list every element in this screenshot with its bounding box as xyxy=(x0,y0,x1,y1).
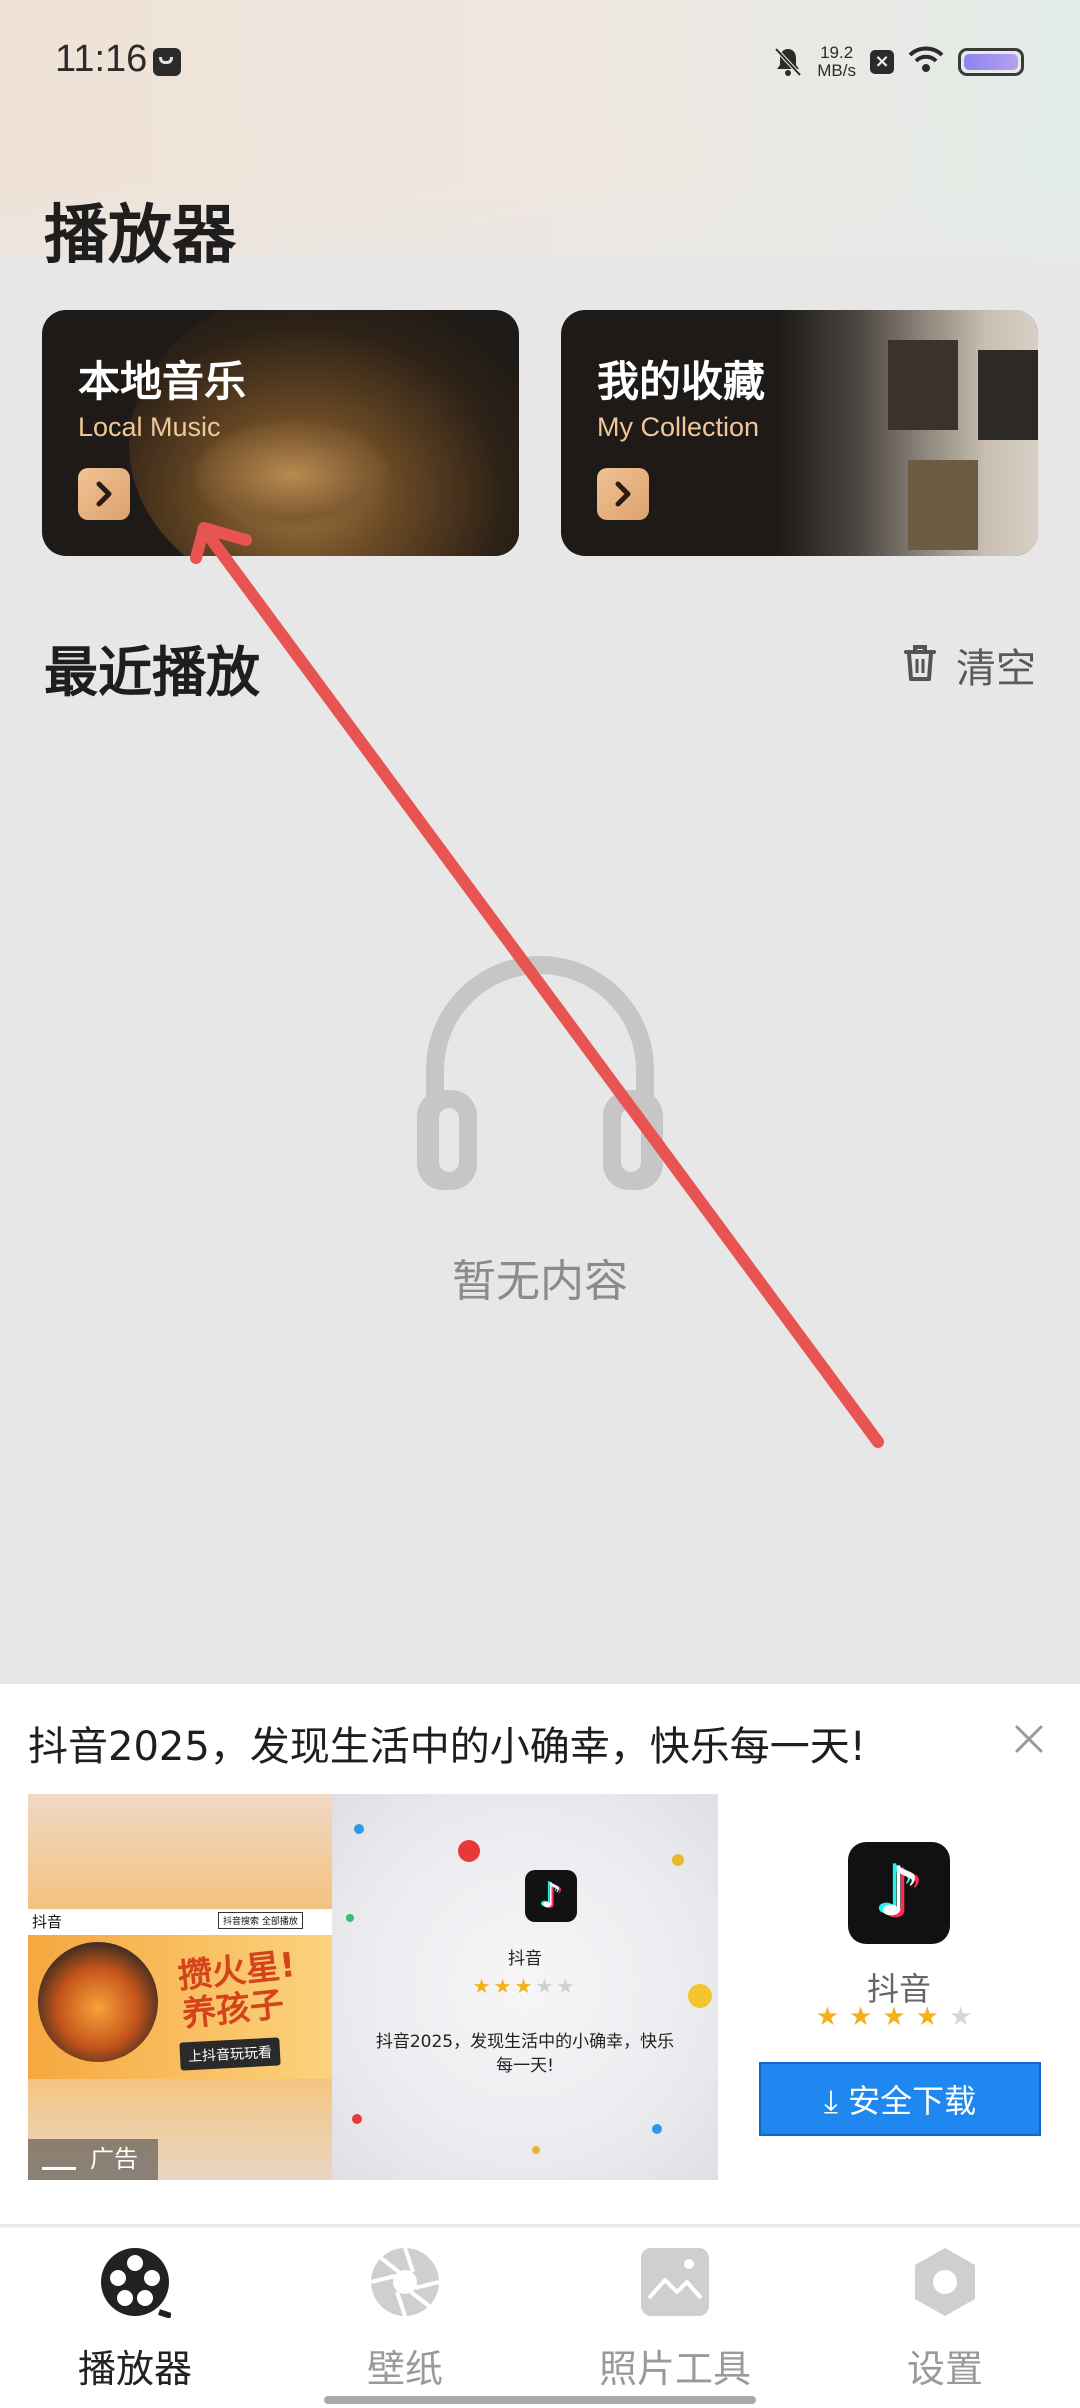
card-subtitle: My Collection xyxy=(597,412,760,442)
my-collection-card[interactable]: 我的收藏 My Collection xyxy=(561,310,1038,556)
safe-download-button[interactable]: ⤓ 安全下载 xyxy=(759,2062,1041,2136)
tab-label: 播放器 xyxy=(77,2347,192,2391)
ad-creative-description: 抖音2025，发现生活中的小确幸，快乐每一天! xyxy=(375,2032,675,2076)
ad-creative-rating-stars: ★★★★★ xyxy=(472,1974,578,1998)
tab-wallpaper[interactable]: 壁纸 xyxy=(270,2246,540,2393)
ad-creative-slogan: 攒火星! 养孩子 xyxy=(176,1945,301,2035)
decor-dot xyxy=(346,1914,354,1922)
download-label: 安全下载 xyxy=(848,2082,977,2120)
card-title: 我的收藏 xyxy=(597,357,766,406)
tab-label: 壁纸 xyxy=(366,2347,443,2391)
download-icon: ⤓ xyxy=(823,2082,838,2120)
recent-play-title: 最近播放 xyxy=(44,641,260,704)
message-notification-icon xyxy=(153,48,181,76)
wifi-icon xyxy=(908,46,944,78)
decor-dot xyxy=(652,2124,662,2134)
network-speed-value: 19.2 xyxy=(820,43,854,62)
local-music-card[interactable]: 本地音乐 Local Music xyxy=(42,310,519,556)
bottom-tab-bar: 播放器 壁纸 照片工具 设置 xyxy=(0,2226,1080,2408)
bell-off-icon xyxy=(773,46,803,78)
ad-creative-image[interactable]: 抖音 抖音搜索 全部播放 攒火星! 养孩子 上抖音玩玩看 广告 ♪ 抖音 ★★★… xyxy=(28,1794,718,2180)
network-speed-unit: MB/s xyxy=(817,61,856,80)
ad-creative-app-name: 抖音 xyxy=(508,1949,542,1969)
decor-dot xyxy=(672,1854,684,1866)
tab-label: 照片工具 xyxy=(598,2347,751,2391)
ad-tag-label: 广告 xyxy=(90,2145,138,2173)
tab-player[interactable]: 播放器 xyxy=(0,2246,270,2393)
ad-app-rating-stars: ★★★★★ xyxy=(815,2002,983,2032)
tab-label: 设置 xyxy=(906,2347,983,2391)
status-time: 11:16 xyxy=(55,38,148,80)
card-title: 本地音乐 xyxy=(78,357,247,406)
ad-network-logo-icon xyxy=(42,2153,76,2170)
hexagon-settings-icon xyxy=(909,2246,981,2318)
decor-dot xyxy=(532,2146,540,2154)
chevron-right-icon[interactable] xyxy=(78,468,130,520)
status-bar: 11:16 19.2 MB/s × xyxy=(0,0,1080,120)
headphones-icon xyxy=(405,950,675,1194)
home-indicator[interactable] xyxy=(324,2396,756,2404)
trash-icon xyxy=(902,643,938,687)
ad-banner[interactable]: 抖音2025，发现生活中的小确幸，快乐每一天! 抖音 抖音搜索 全部播放 攒火星… xyxy=(0,1684,1080,2224)
battery-icon xyxy=(958,48,1024,76)
turntable-platter-artwork xyxy=(192,420,392,530)
ad-creative-logo: 抖音 xyxy=(32,1913,63,1931)
aperture-icon xyxy=(369,2246,441,2318)
status-icons: 19.2 MB/s × xyxy=(773,40,1024,84)
tab-photo-tools[interactable]: 照片工具 xyxy=(540,2246,810,2393)
ad-creative-right: ♪ 抖音 ★★★★★ 抖音2025，发现生活中的小确幸，快乐每一天! xyxy=(332,1794,718,2180)
douyin-app-icon: ♪ xyxy=(525,1870,577,1922)
clear-label: 清空 xyxy=(956,646,1036,692)
image-icon xyxy=(639,2246,711,2318)
ad-mascot-image xyxy=(38,1942,158,2062)
photo-wall-artwork xyxy=(778,310,1038,556)
ad-headline[interactable]: 抖音2025，发现生活中的小确幸，快乐每一天! xyxy=(28,1714,866,1772)
page-title: 播放器 xyxy=(44,199,236,273)
tab-settings[interactable]: 设置 xyxy=(810,2246,1080,2393)
decor-dot xyxy=(354,1824,364,1834)
x-app-icon: × xyxy=(870,50,894,74)
decor-dot xyxy=(352,2114,362,2124)
decor-dot xyxy=(458,1840,480,1862)
douyin-app-icon[interactable]: ♪ xyxy=(848,1842,950,1944)
card-subtitle: Local Music xyxy=(78,412,221,442)
clear-history-button[interactable]: 清空 xyxy=(902,636,1036,694)
chevron-right-icon[interactable] xyxy=(597,468,649,520)
ad-creative-tabs: 抖音搜索 全部播放 xyxy=(218,1912,303,1929)
empty-state-text: 暂无内容 xyxy=(452,1256,628,1307)
ad-creative-cta: 上抖音玩玩看 xyxy=(179,2037,281,2071)
ad-tag: 广告 xyxy=(28,2139,158,2180)
film-reel-icon xyxy=(99,2246,172,2319)
battery-level xyxy=(964,54,1018,70)
network-speed: 19.2 MB/s xyxy=(817,44,856,80)
close-icon[interactable] xyxy=(1014,1724,1044,1754)
